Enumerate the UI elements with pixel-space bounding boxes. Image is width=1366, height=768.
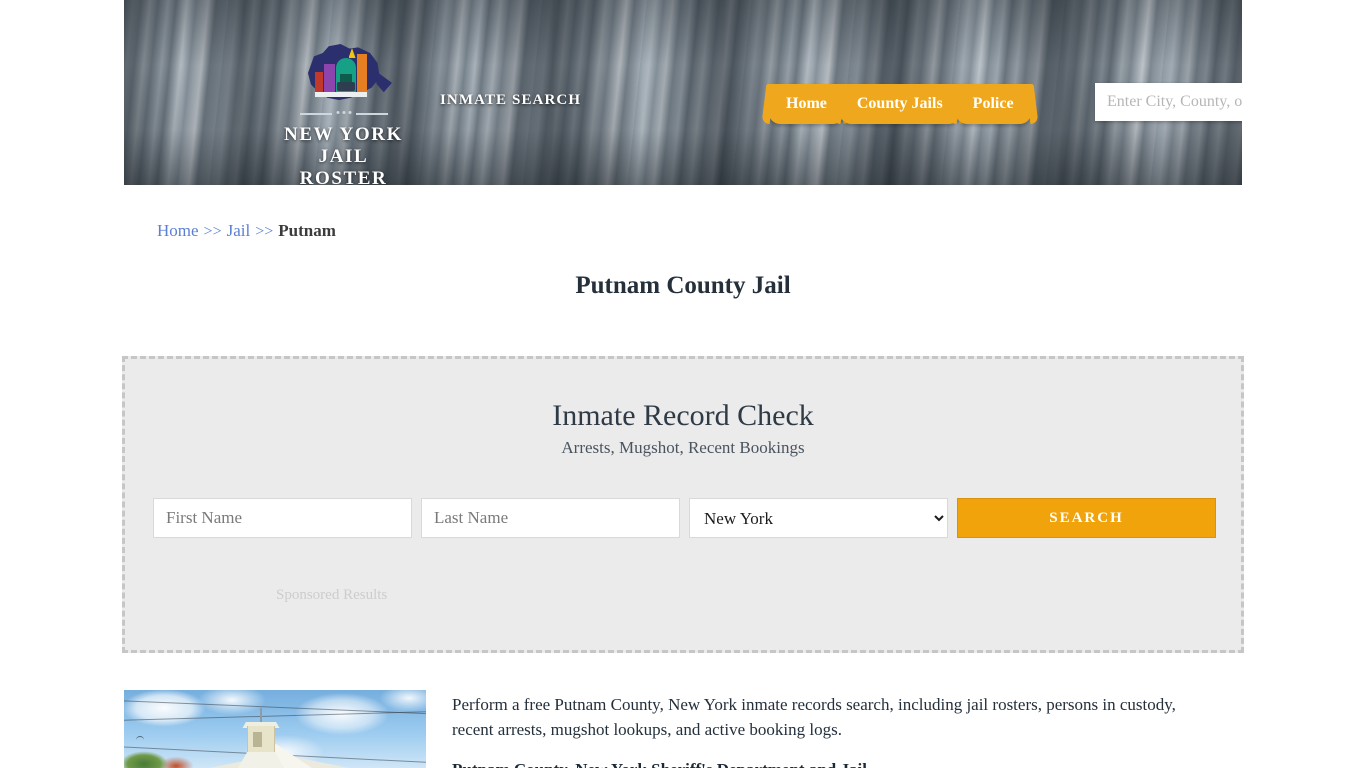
site-logo[interactable]: NEW YORK JAIL ROSTER: [276, 42, 411, 185]
state-select[interactable]: New York: [689, 498, 948, 538]
breadcrumb-link-home[interactable]: Home: [157, 221, 199, 240]
header-search: [1095, 83, 1242, 121]
site-tagline: INMATE SEARCH: [440, 92, 582, 108]
record-check-subtitle: Arrests, Mugshot, Recent Bookings: [561, 438, 805, 457]
sponsored-results-label: Sponsored Results: [276, 587, 388, 603]
breadcrumb-separator-1: >>: [203, 223, 222, 240]
logo-divider: [294, 108, 394, 120]
nav-item-county-jails-label: County Jails: [856, 95, 943, 112]
intro-paragraph: Perform a free Putnam County, New York i…: [452, 695, 1176, 739]
logo-line-2: JAIL ROSTER: [299, 146, 388, 185]
record-check-form: New York SEARCH: [153, 498, 1217, 538]
last-name-input[interactable]: [421, 498, 680, 538]
site-header: NEW YORK JAIL ROSTER INMATE SEARCH Home …: [124, 0, 1242, 185]
nav-item-police-label: Police: [972, 95, 1014, 112]
first-name-input[interactable]: [153, 498, 412, 538]
section-heading: Putnam County, New York Sheriff's Depart…: [452, 760, 1212, 768]
courthouse-photo: [124, 690, 426, 768]
header-search-input[interactable]: [1095, 83, 1242, 121]
new-york-state-buildings-logo-icon: [301, 42, 387, 104]
breadcrumb: Home >> Jail >> Putnam: [157, 221, 336, 241]
main-navigation: Home County Jails Police: [769, 84, 1031, 124]
nav-item-police[interactable]: Police: [955, 84, 1031, 124]
breadcrumb-current: Putnam: [278, 221, 336, 240]
inmate-record-check-panel: Inmate Record Check Arrests, Mugshot, Re…: [122, 356, 1244, 653]
nav-item-home-label: Home: [786, 95, 827, 112]
page-root: NEW YORK JAIL ROSTER INMATE SEARCH Home …: [0, 0, 1366, 768]
nav-item-county-jails[interactable]: County Jails: [839, 84, 960, 124]
breadcrumb-separator-2: >>: [255, 223, 274, 240]
page-title: Putnam County Jail: [575, 272, 791, 299]
logo-line-1: NEW YORK: [284, 124, 403, 145]
record-check-title: Inmate Record Check: [552, 399, 814, 432]
breadcrumb-link-jail[interactable]: Jail: [227, 221, 251, 240]
record-check-search-button[interactable]: SEARCH: [957, 498, 1216, 538]
